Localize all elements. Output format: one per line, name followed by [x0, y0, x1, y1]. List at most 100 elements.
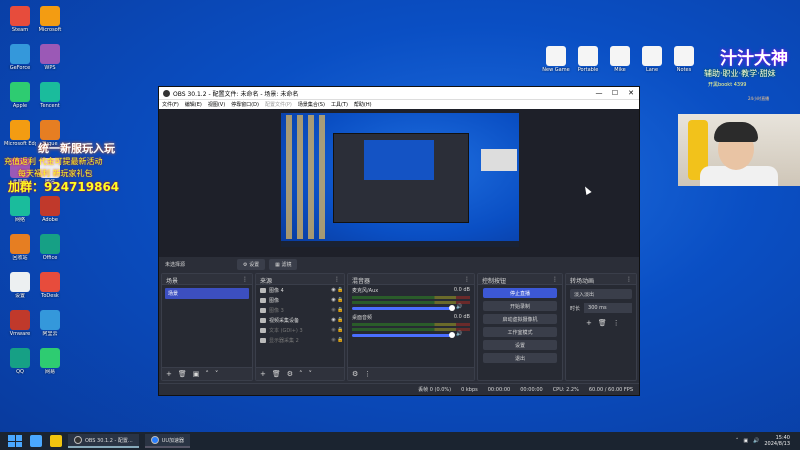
mixer-menu-icon[interactable]: ⋮ [364, 370, 371, 378]
properties-button[interactable]: ⚙ 设置 [237, 258, 266, 270]
visibility-eye-icon[interactable]: ◉ [330, 317, 337, 323]
desktop-icon[interactable]: Lane [636, 46, 668, 73]
desktop-icon[interactable]: GeForce [4, 44, 36, 71]
lock-icon[interactable]: 🔒 [337, 327, 344, 333]
lock-icon[interactable]: 🔒 [337, 297, 344, 303]
taskbar-app-uu[interactable]: UU加速器 [144, 434, 191, 448]
virtual-camera-button[interactable]: 启动虚拟摄像机 [483, 314, 557, 324]
volume-icon[interactable]: 🔊 [753, 438, 759, 444]
menu-view[interactable]: 视图(V) [208, 101, 225, 108]
visibility-eye-icon[interactable]: ◉ [330, 337, 337, 343]
desktop-icon[interactable]: 阿里云 [34, 310, 66, 337]
close-button[interactable]: ✕ [623, 89, 639, 97]
obs-menubar: 文件(F) 编辑(E) 视图(V) 停靠窗口(D) 配置文件(P) 场景集合(S… [159, 99, 639, 109]
transition-type-select[interactable]: 淡入淡出 [570, 289, 632, 299]
desktop-icon[interactable]: Tencent [34, 82, 66, 109]
desktop-icon[interactable]: Adobe [34, 196, 66, 223]
program-preview[interactable] [281, 113, 519, 247]
desktop-icon[interactable]: 网易 [34, 348, 66, 375]
desktop-icon-label: Office [42, 255, 58, 261]
lock-icon[interactable]: 🔒 [337, 287, 344, 293]
move-down-icon[interactable]: ˅ [215, 370, 219, 378]
menu-docks[interactable]: 停靠窗口(D) [231, 101, 259, 108]
edge-icon[interactable] [30, 435, 42, 447]
desktop-icon[interactable]: 设置 [4, 272, 36, 299]
menu-edit[interactable]: 编辑(E) [185, 101, 202, 108]
desktop-icon[interactable]: Mike [604, 46, 636, 73]
menu-file[interactable]: 文件(F) [162, 101, 179, 108]
start-button[interactable] [8, 435, 22, 447]
volume-slider[interactable] [352, 331, 456, 338]
dock-menu-icon[interactable]: ⋮ [552, 276, 558, 283]
remove-scene-icon[interactable]: 🗑 [178, 370, 187, 378]
source-item[interactable]: 图像 3 ◉ 🔒 [256, 305, 344, 315]
add-transition-icon[interactable]: + [586, 319, 592, 327]
desktop-icon[interactable]: New Game [540, 46, 572, 73]
scene-filter-icon[interactable]: ▣ [193, 370, 200, 378]
add-source-icon[interactable]: + [260, 370, 266, 378]
desktop-icon[interactable]: Office [34, 234, 66, 261]
desktop-icon[interactable]: WPS [34, 44, 66, 71]
source-item[interactable]: 图像 ◉ 🔒 [256, 295, 344, 305]
network-icon[interactable]: ▣ [743, 438, 748, 444]
obs-titlebar[interactable]: OBS 30.1.2 - 配置文件: 未命名 - 场景: 未命名 — ☐ ✕ [159, 87, 639, 99]
tray-expand-icon[interactable]: ˄ [736, 438, 739, 444]
menu-scene-collection[interactable]: 场景集合(S) [298, 101, 325, 108]
source-item[interactable]: 视频采集设备 ◉ 🔒 [256, 315, 344, 325]
dock-menu-icon[interactable]: ⋮ [334, 276, 340, 283]
clock[interactable]: 15:40 2024/8/13 [764, 435, 790, 447]
move-down-icon[interactable]: ˅ [309, 370, 313, 378]
dock-menu-icon[interactable]: ⋮ [242, 276, 248, 283]
desktop-icon[interactable]: 网络 [4, 196, 36, 223]
studio-mode-button[interactable]: 工作室模式 [483, 327, 557, 337]
visibility-eye-icon[interactable]: ◉ [330, 297, 337, 303]
minimize-button[interactable]: — [591, 89, 607, 97]
lock-icon[interactable]: 🔒 [337, 307, 344, 313]
file-explorer-icon[interactable] [50, 435, 62, 447]
mixer-settings-icon[interactable]: ⚙ [352, 370, 358, 378]
dock-menu-icon[interactable]: ⋮ [464, 276, 470, 283]
transition-menu-icon[interactable]: ⋮ [613, 319, 620, 327]
menu-help[interactable]: 帮助(H) [354, 101, 372, 108]
desktop-icon[interactable]: Vmware [4, 310, 36, 337]
source-item[interactable]: 图像 4 ◉ 🔒 [256, 285, 344, 295]
desktop-icon[interactable]: ToDesk [34, 272, 66, 299]
remove-transition-icon[interactable]: 🗑 [598, 319, 607, 327]
source-settings-icon[interactable]: ⚙ [287, 370, 293, 378]
taskbar-app-obs[interactable]: OBS 30.1.2 - 配置... [68, 434, 139, 448]
desktop-icon[interactable]: 回收站 [4, 234, 36, 261]
dock-menu-icon[interactable]: ⋮ [626, 276, 632, 283]
maximize-button[interactable]: ☐ [607, 89, 623, 97]
start-recording-button[interactable]: 开始录制 [483, 301, 557, 311]
visibility-eye-icon[interactable]: ◉ [330, 327, 337, 333]
visibility-eye-icon[interactable]: ◉ [330, 307, 337, 313]
obs-window[interactable]: OBS 30.1.2 - 配置文件: 未命名 - 场景: 未命名 — ☐ ✕ 文… [158, 86, 640, 396]
menu-tools[interactable]: 工具(T) [331, 101, 348, 108]
stop-streaming-button[interactable]: 停止直播 [483, 288, 557, 298]
remove-source-icon[interactable]: 🗑 [272, 370, 281, 378]
desktop-icon[interactable]: Apple [4, 82, 36, 109]
settings-button[interactable]: 设置 [483, 340, 557, 350]
desktop-icon[interactable]: Notes [668, 46, 700, 73]
scene-item[interactable]: 场景 [165, 288, 249, 299]
speaker-icon[interactable]: 🔊 [456, 331, 462, 337]
add-scene-icon[interactable]: + [166, 370, 172, 378]
source-item[interactable]: 文本 (GDI+) 3 ◉ 🔒 [256, 325, 344, 335]
desktop-icon[interactable]: Microsoft [34, 6, 66, 33]
volume-slider[interactable] [352, 304, 456, 311]
speaker-icon[interactable]: 🔊 [456, 304, 462, 310]
visibility-eye-icon[interactable]: ◉ [330, 287, 337, 293]
lock-icon[interactable]: 🔒 [337, 317, 344, 323]
desktop-icon[interactable]: QQ [4, 348, 36, 375]
desktop-icon[interactable]: Portable [572, 46, 604, 73]
move-up-icon[interactable]: ˄ [299, 370, 303, 378]
lock-icon[interactable]: 🔒 [337, 337, 344, 343]
filters-button[interactable]: ▦ 滤镜 [269, 258, 298, 270]
source-item[interactable]: 显示器采集 2 ◉ 🔒 [256, 335, 344, 345]
desktop-icon[interactable]: Steam [4, 6, 36, 33]
desktop-icon[interactable]: Microsoft Edge [4, 120, 36, 147]
exit-button[interactable]: 退出 [483, 353, 557, 363]
move-up-icon[interactable]: ˄ [205, 370, 209, 378]
menu-profile[interactable]: 配置文件(P) [265, 101, 292, 108]
duration-input[interactable]: 300 ms [584, 303, 632, 313]
